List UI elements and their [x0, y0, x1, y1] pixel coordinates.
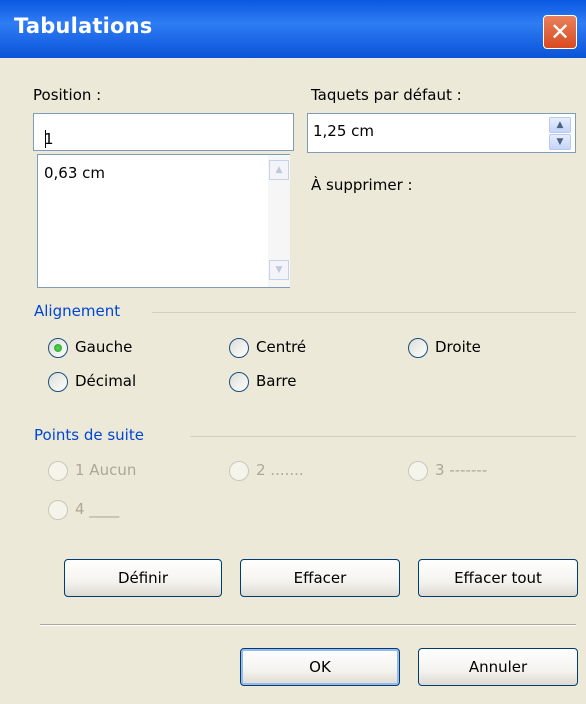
radio-centre[interactable]	[229, 338, 249, 358]
radio-leader-3	[408, 461, 428, 481]
leader-group-title: Points de suite	[34, 426, 144, 444]
radio-leader-1-label: 1 Aucun	[75, 461, 137, 479]
radio-droite-label[interactable]: Droite	[435, 338, 481, 356]
clear-all-button[interactable]: Effacer tout	[418, 559, 578, 597]
alignment-group-title: Alignement	[34, 302, 121, 320]
leader-group-line	[190, 436, 576, 437]
default-tabs-label: Taquets par défaut :	[311, 86, 462, 104]
clear-button[interactable]: Effacer	[240, 559, 400, 597]
list-scrollbar[interactable]: ▲ ▼	[268, 155, 290, 287]
spin-down-arrow-icon[interactable]: ▼	[549, 134, 571, 150]
radio-gauche-label[interactable]: Gauche	[75, 338, 132, 356]
radio-selected-dot	[54, 344, 62, 352]
radio-centre-label[interactable]: Centré	[256, 338, 306, 356]
set-button[interactable]: Définir	[64, 559, 222, 597]
separator	[40, 624, 576, 626]
dialog-body: Position : 1 0,63 cm ▲ ▼ Taquets par déf…	[0, 58, 586, 704]
default-tabs-spinner[interactable]: ▲ ▼	[549, 117, 573, 151]
alignment-group-line	[152, 312, 576, 313]
list-item[interactable]: 0,63 cm	[44, 164, 105, 182]
scroll-up-arrow-icon[interactable]: ▲	[269, 160, 289, 180]
tab-stop-list[interactable]: 0,63 cm ▲ ▼	[37, 154, 290, 288]
scroll-down-arrow-icon[interactable]: ▼	[269, 260, 289, 280]
close-icon: ✕	[549, 18, 571, 46]
radio-barre-label[interactable]: Barre	[256, 372, 296, 390]
spin-up-arrow-icon[interactable]: ▲	[549, 117, 571, 133]
radio-barre[interactable]	[229, 372, 249, 392]
radio-decimal-label[interactable]: Décimal	[75, 372, 136, 390]
position-label: Position :	[33, 86, 102, 104]
default-tabs-value: 1,25 cm	[313, 122, 375, 140]
radio-leader-4	[48, 500, 68, 520]
radio-leader-1	[48, 461, 68, 481]
close-button[interactable]: ✕	[543, 15, 577, 49]
radio-gauche[interactable]	[48, 338, 68, 358]
to-clear-label: À supprimer :	[311, 176, 413, 194]
cancel-button[interactable]: Annuler	[418, 648, 578, 686]
radio-decimal[interactable]	[48, 372, 68, 392]
position-input[interactable]: 1	[33, 113, 294, 151]
radio-leader-3-label: 3 -------	[435, 461, 488, 479]
text-caret	[45, 130, 46, 148]
radio-leader-4-label: 4 ____	[75, 500, 120, 518]
radio-leader-2-label: 2 .......	[256, 461, 304, 479]
radio-leader-2	[229, 461, 249, 481]
title-bar: Tabulations ✕	[0, 0, 586, 58]
window-title: Tabulations	[14, 14, 153, 38]
ok-button[interactable]: OK	[240, 648, 400, 686]
radio-droite[interactable]	[408, 338, 428, 358]
default-tabs-field[interactable]: 1,25 cm ▲ ▼	[307, 113, 576, 153]
